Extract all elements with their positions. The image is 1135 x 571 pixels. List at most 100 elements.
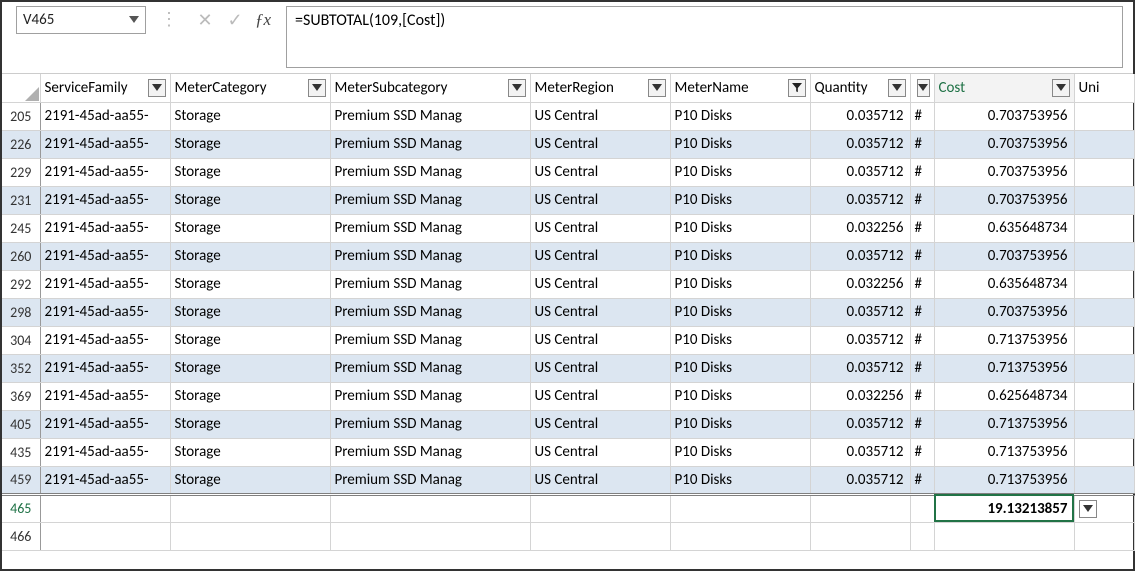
cell-metername[interactable]: P10 Disks <box>670 158 810 186</box>
cell[interactable] <box>170 494 330 522</box>
cell-metersubcategory[interactable]: Premium SSD Manag <box>330 466 530 494</box>
cell-quantity[interactable]: 0.032256 <box>810 214 910 242</box>
cell-servicefamily[interactable]: 2191-45ad-aa55- <box>40 270 170 298</box>
cell-unit[interactable] <box>1074 326 1134 354</box>
cell-hash[interactable]: # <box>910 158 934 186</box>
column-header-narrow[interactable] <box>910 74 934 102</box>
cell-meterregion[interactable]: US Central <box>530 326 670 354</box>
cell-metercategory[interactable]: Storage <box>170 102 330 130</box>
cell-servicefamily[interactable]: 2191-45ad-aa55- <box>40 354 170 382</box>
cell-quantity[interactable]: 0.035712 <box>810 326 910 354</box>
cell-servicefamily[interactable]: 2191-45ad-aa55- <box>40 326 170 354</box>
cell-hash[interactable]: # <box>910 466 934 494</box>
cell-cost[interactable]: 0.703753956 <box>934 130 1074 158</box>
cell-hash[interactable]: # <box>910 326 934 354</box>
total-dropdown-cell[interactable] <box>1074 494 1134 522</box>
column-header-metersubcategory[interactable]: MeterSubcategory <box>330 74 530 102</box>
cell-metername[interactable]: P10 Disks <box>670 382 810 410</box>
cell-quantity[interactable]: 0.035712 <box>810 102 910 130</box>
cell-quantity[interactable]: 0.035712 <box>810 242 910 270</box>
cell-cost[interactable]: 0.713753956 <box>934 410 1074 438</box>
cell-metername[interactable]: P10 Disks <box>670 214 810 242</box>
cell-meterregion[interactable]: US Central <box>530 382 670 410</box>
cell-meterregion[interactable]: US Central <box>530 438 670 466</box>
cell-unit[interactable] <box>1074 410 1134 438</box>
cell-metercategory[interactable]: Storage <box>170 354 330 382</box>
cell[interactable] <box>810 522 910 550</box>
cell-hash[interactable]: # <box>910 242 934 270</box>
cell-metercategory[interactable]: Storage <box>170 438 330 466</box>
cell-metersubcategory[interactable]: Premium SSD Manag <box>330 214 530 242</box>
filter-button-metersubcategory[interactable] <box>508 79 526 97</box>
cell-meterregion[interactable]: US Central <box>530 354 670 382</box>
cell-meterregion[interactable]: US Central <box>530 410 670 438</box>
filter-button-meterregion[interactable] <box>648 79 666 97</box>
cell-hash[interactable]: # <box>910 102 934 130</box>
row-number[interactable]: 369 <box>2 382 40 410</box>
cell-servicefamily[interactable]: 2191-45ad-aa55- <box>40 382 170 410</box>
cell-quantity[interactable]: 0.035712 <box>810 158 910 186</box>
row-number[interactable]: 292 <box>2 270 40 298</box>
cell-metercategory[interactable]: Storage <box>170 214 330 242</box>
cell[interactable] <box>330 522 530 550</box>
cell-meterregion[interactable]: US Central <box>530 158 670 186</box>
cell-quantity[interactable]: 0.035712 <box>810 298 910 326</box>
cell-metersubcategory[interactable]: Premium SSD Manag <box>330 102 530 130</box>
row-number[interactable]: 435 <box>2 438 40 466</box>
cell-metercategory[interactable]: Storage <box>170 410 330 438</box>
name-box[interactable]: V465 <box>16 6 146 34</box>
cell-cost[interactable]: 0.713753956 <box>934 354 1074 382</box>
cell-hash[interactable]: # <box>910 438 934 466</box>
cell-unit[interactable] <box>1074 130 1134 158</box>
cell-servicefamily[interactable]: 2191-45ad-aa55- <box>40 466 170 494</box>
cell-unit[interactable] <box>1074 186 1134 214</box>
spreadsheet-grid[interactable]: ServiceFamily MeterCategory MeterSubcate… <box>2 74 1133 551</box>
cell-unit[interactable] <box>1074 382 1134 410</box>
select-all-triangle[interactable] <box>2 74 40 102</box>
row-number[interactable]: 245 <box>2 214 40 242</box>
cell-metername[interactable]: P10 Disks <box>670 242 810 270</box>
cell-meterregion[interactable]: US Central <box>530 102 670 130</box>
cell-metername[interactable]: P10 Disks <box>670 410 810 438</box>
cell[interactable] <box>40 494 170 522</box>
cell-unit[interactable] <box>1074 270 1134 298</box>
cell-metername[interactable]: P10 Disks <box>670 102 810 130</box>
insert-function-button[interactable]: ƒx <box>250 6 280 34</box>
cell-unit[interactable] <box>1074 466 1134 494</box>
cell-metersubcategory[interactable]: Premium SSD Manag <box>330 326 530 354</box>
cell-quantity[interactable]: 0.035712 <box>810 410 910 438</box>
row-number[interactable]: 229 <box>2 158 40 186</box>
cell-metername[interactable]: P10 Disks <box>670 298 810 326</box>
row-number[interactable]: 352 <box>2 354 40 382</box>
row-number[interactable]: 466 <box>2 522 40 550</box>
filter-button-quantity[interactable] <box>888 79 906 97</box>
cell-unit[interactable] <box>1074 242 1134 270</box>
row-number[interactable]: 405 <box>2 410 40 438</box>
cell-metercategory[interactable]: Storage <box>170 382 330 410</box>
formula-input[interactable] <box>286 6 1123 68</box>
cell-quantity[interactable]: 0.035712 <box>810 186 910 214</box>
cell-metersubcategory[interactable]: Premium SSD Manag <box>330 186 530 214</box>
cell-metercategory[interactable]: Storage <box>170 158 330 186</box>
column-header-unit[interactable]: Uni <box>1074 74 1134 102</box>
cell-unit[interactable] <box>1074 354 1134 382</box>
row-number[interactable]: 260 <box>2 242 40 270</box>
column-header-metercategory[interactable]: MeterCategory <box>170 74 330 102</box>
cell-servicefamily[interactable]: 2191-45ad-aa55- <box>40 242 170 270</box>
cell-servicefamily[interactable]: 2191-45ad-aa55- <box>40 130 170 158</box>
row-number[interactable]: 459 <box>2 466 40 494</box>
cell-metername[interactable]: P10 Disks <box>670 130 810 158</box>
cell-hash[interactable]: # <box>910 186 934 214</box>
cell-cost[interactable]: 0.625648734 <box>934 382 1074 410</box>
cell[interactable] <box>910 494 934 522</box>
cell-hash[interactable]: # <box>910 410 934 438</box>
cell-meterregion[interactable]: US Central <box>530 466 670 494</box>
cell[interactable] <box>934 522 1074 550</box>
total-dropdown-button[interactable] <box>1079 500 1097 518</box>
subtotal-cost-cell[interactable]: 19.13213857 <box>934 494 1074 522</box>
cell-metersubcategory[interactable]: Premium SSD Manag <box>330 270 530 298</box>
cell-meterregion[interactable]: US Central <box>530 270 670 298</box>
cell-metersubcategory[interactable]: Premium SSD Manag <box>330 354 530 382</box>
name-box-dropdown-icon[interactable] <box>129 15 139 25</box>
row-number[interactable]: 205 <box>2 102 40 130</box>
